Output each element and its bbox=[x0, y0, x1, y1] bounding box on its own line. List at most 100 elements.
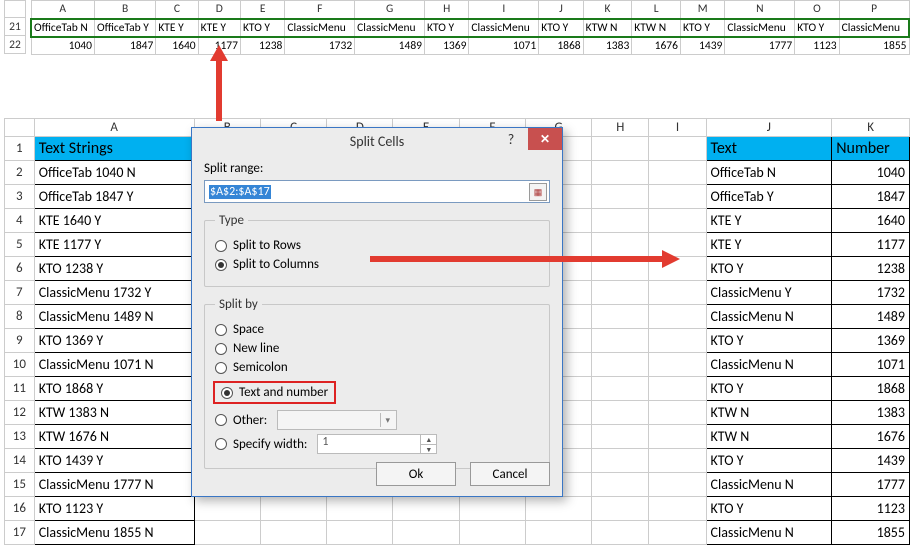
col-D[interactable]: D bbox=[198, 1, 240, 19]
cell-text-strings[interactable]: OfficeTab 1040 N bbox=[34, 161, 194, 185]
cell[interactable]: ClassicMenu bbox=[285, 19, 355, 37]
rownum[interactable]: 9 bbox=[5, 329, 35, 353]
cell-number[interactable]: 1777 bbox=[832, 473, 910, 497]
rownum[interactable]: 11 bbox=[5, 377, 35, 401]
cell[interactable]: 1439 bbox=[680, 37, 724, 55]
dialog-titlebar[interactable]: Split Cells ? ✕ bbox=[192, 128, 562, 155]
rownum[interactable]: 14 bbox=[5, 449, 35, 473]
col-J[interactable]: J bbox=[706, 119, 832, 137]
rownum[interactable]: 15 bbox=[5, 473, 35, 497]
cell[interactable]: ClassicMenu bbox=[839, 19, 909, 37]
rownum[interactable]: 8 bbox=[5, 305, 35, 329]
cell[interactable]: KTW N bbox=[632, 19, 681, 37]
radio-text-and-number[interactable]: Text and number bbox=[221, 385, 328, 400]
cell[interactable]: KTE Y bbox=[198, 19, 240, 37]
help-button[interactable]: ? bbox=[496, 128, 526, 150]
cell-text-strings[interactable]: ClassicMenu 1732 Y bbox=[34, 281, 194, 305]
col-A[interactable]: A bbox=[31, 1, 94, 19]
rownum[interactable]: 5 bbox=[5, 233, 35, 257]
radio-semicolon[interactable]: Semicolon bbox=[215, 360, 539, 375]
cell-number[interactable]: 1676 bbox=[832, 425, 910, 449]
radio-space[interactable]: Space bbox=[215, 322, 539, 337]
cell[interactable]: 1855 bbox=[839, 37, 909, 55]
range-picker-button[interactable]: ▦ bbox=[529, 183, 547, 201]
col-I[interactable]: I bbox=[469, 1, 539, 19]
cell-text[interactable]: KTW N bbox=[706, 425, 832, 449]
cell-text-strings[interactable]: ClassicMenu 1777 N bbox=[34, 473, 194, 497]
cell-text-strings[interactable]: KTE 1640 Y bbox=[34, 209, 194, 233]
select-all-cell[interactable] bbox=[5, 119, 35, 137]
cell[interactable]: 1732 bbox=[285, 37, 355, 55]
radio-other[interactable]: Other: ▾ bbox=[215, 410, 539, 430]
cell[interactable]: 1847 bbox=[94, 37, 155, 55]
cell[interactable]: 1040 bbox=[31, 37, 94, 55]
col-O[interactable]: O bbox=[795, 1, 839, 19]
col-J[interactable]: J bbox=[539, 1, 583, 19]
cell-number[interactable]: 1439 bbox=[832, 449, 910, 473]
cell[interactable]: 1640 bbox=[156, 37, 198, 55]
cell-number[interactable]: 1383 bbox=[832, 401, 910, 425]
cell-text-strings[interactable]: KTW 1383 N bbox=[34, 401, 194, 425]
cell-text-strings[interactable]: KTW 1676 N bbox=[34, 425, 194, 449]
cell[interactable]: ClassicMenu bbox=[469, 19, 539, 37]
cell-text-strings[interactable]: KTO 1369 Y bbox=[34, 329, 194, 353]
header-text[interactable]: Text bbox=[706, 137, 832, 161]
cell-text-strings[interactable]: ClassicMenu 1071 N bbox=[34, 353, 194, 377]
cell-text[interactable]: KTO Y bbox=[706, 497, 832, 521]
cell[interactable]: 1489 bbox=[355, 37, 425, 55]
cell-number[interactable]: 1640 bbox=[832, 209, 910, 233]
radio-newline[interactable]: New line bbox=[215, 341, 539, 356]
cell[interactable]: KTW N bbox=[583, 19, 632, 37]
top-rownum-21[interactable]: 21 bbox=[4, 18, 26, 36]
cell-text[interactable]: OfficeTab Y bbox=[706, 185, 832, 209]
col-K[interactable]: K bbox=[583, 1, 632, 19]
top-rownum-22[interactable]: 22 bbox=[4, 36, 26, 54]
ok-button[interactable]: Ok bbox=[376, 462, 456, 486]
rownum[interactable]: 2 bbox=[5, 161, 35, 185]
cell-text-strings[interactable]: OfficeTab 1847 Y bbox=[34, 185, 194, 209]
cell-text[interactable]: KTO Y bbox=[706, 329, 832, 353]
cell-text[interactable]: KTO Y bbox=[706, 449, 832, 473]
cell-text[interactable]: ClassicMenu N bbox=[706, 521, 832, 545]
rownum[interactable]: 4 bbox=[5, 209, 35, 233]
cell-number[interactable]: 1071 bbox=[832, 353, 910, 377]
cell[interactable]: KTO Y bbox=[240, 19, 284, 37]
cell-text-strings[interactable]: KTO 1123 Y bbox=[34, 497, 194, 521]
cell[interactable]: 1777 bbox=[725, 37, 795, 55]
col-K[interactable]: K bbox=[832, 119, 910, 137]
cell[interactable]: 1071 bbox=[469, 37, 539, 55]
cell[interactable]: 1383 bbox=[583, 37, 632, 55]
cell-number[interactable]: 1847 bbox=[832, 185, 910, 209]
col-P[interactable]: P bbox=[839, 1, 909, 19]
width-spinner[interactable]: 1 ▲ ▼ bbox=[317, 434, 437, 454]
col-I[interactable]: I bbox=[649, 119, 706, 137]
cell[interactable]: KTO Y bbox=[795, 19, 839, 37]
radio-specify-width[interactable]: Specify width: 1 ▲ ▼ bbox=[215, 434, 539, 454]
cell-text[interactable]: KTE Y bbox=[706, 233, 832, 257]
spinner-up-icon[interactable]: ▲ bbox=[421, 435, 436, 445]
cell-number[interactable]: 1369 bbox=[832, 329, 910, 353]
cell-number[interactable]: 1238 bbox=[832, 257, 910, 281]
col-F[interactable]: F bbox=[285, 1, 355, 19]
col-A[interactable]: A bbox=[34, 119, 194, 137]
cell-text[interactable]: OfficeTab N bbox=[706, 161, 832, 185]
cell[interactable]: 1868 bbox=[539, 37, 583, 55]
split-range-input[interactable]: $A$2:$A$17 ▦ bbox=[204, 180, 550, 203]
cell-text-strings[interactable]: ClassicMenu 1489 N bbox=[34, 305, 194, 329]
cell-text[interactable]: KTW N bbox=[706, 401, 832, 425]
cell[interactable]: OfficeTab N bbox=[31, 19, 94, 37]
cell[interactable]: 1676 bbox=[632, 37, 681, 55]
cell-number[interactable]: 1489 bbox=[832, 305, 910, 329]
cell-number[interactable]: 1732 bbox=[832, 281, 910, 305]
cell[interactable]: 1123 bbox=[795, 37, 839, 55]
cell-text[interactable]: KTE Y bbox=[706, 209, 832, 233]
cell[interactable]: OfficeTab Y bbox=[94, 19, 155, 37]
cell-number[interactable]: 1123 bbox=[832, 497, 910, 521]
cell-text[interactable]: KTO Y bbox=[706, 257, 832, 281]
cell-text-strings[interactable]: KTO 1238 Y bbox=[34, 257, 194, 281]
cell[interactable]: KTO Y bbox=[680, 19, 724, 37]
cell-number[interactable]: 1868 bbox=[832, 377, 910, 401]
rownum[interactable]: 12 bbox=[5, 401, 35, 425]
rownum[interactable]: 6 bbox=[5, 257, 35, 281]
rownum[interactable]: 13 bbox=[5, 425, 35, 449]
